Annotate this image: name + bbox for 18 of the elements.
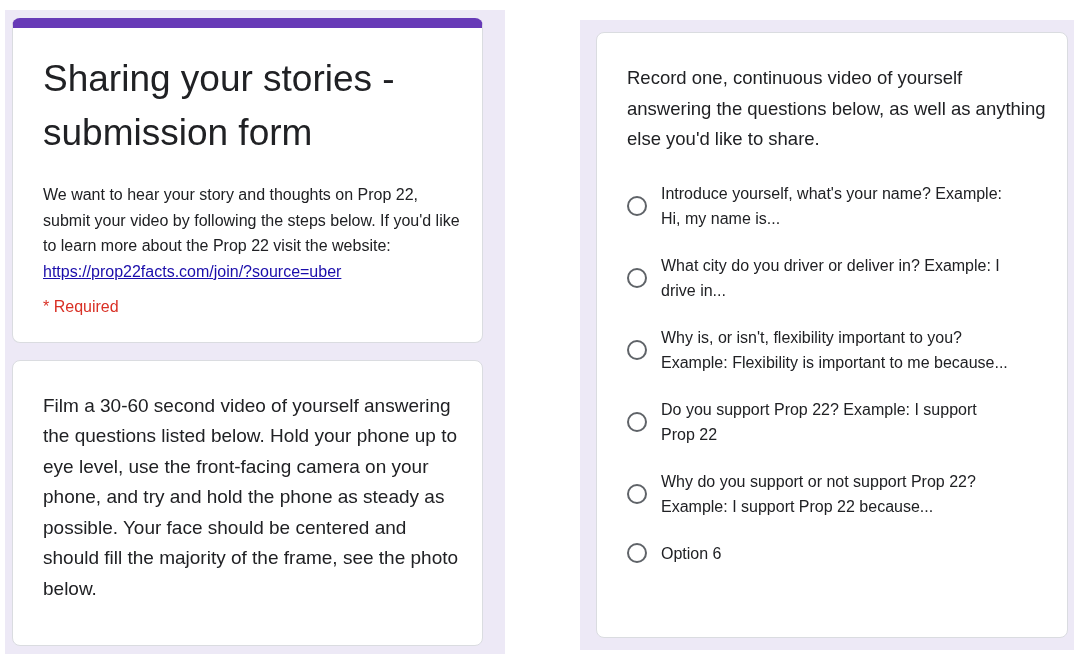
option-label[interactable]: Do you support Prop 22? Example: I support Prop 22 xyxy=(661,396,1011,448)
radio-button[interactable] xyxy=(627,340,647,360)
option-label[interactable]: Why is, or isn't, flexibility important to you? Example: Flexibility is important to me because... xyxy=(661,324,1011,376)
radio-button[interactable] xyxy=(627,484,647,504)
required-note: * Required xyxy=(43,297,119,316)
option-label[interactable]: What city do you driver or deliver in? Example: I drive in... xyxy=(661,252,1011,304)
question-prompt: Record one, continuous video of yourself answering the questions below, as well as anything else you'd like to share. xyxy=(627,66,1047,151)
radio-button[interactable] xyxy=(627,412,647,432)
form-description: We want to hear your story and thoughts on Prop 22, submit your video by following the steps below. If you'd like to learn more about the Prop 22 visit the website: xyxy=(43,185,461,256)
radio-button[interactable] xyxy=(627,196,647,216)
radio-button[interactable] xyxy=(627,268,647,288)
option-label[interactable]: Why do you support or not support Prop 22? Example: I support Prop 22 because... xyxy=(661,468,1011,520)
option-label[interactable]: Option 6 xyxy=(661,540,722,566)
form-title: Sharing your stories - submission form xyxy=(43,57,396,155)
website-link[interactable]: https://prop22facts.com/join/?source=uber xyxy=(43,258,342,284)
radio-button[interactable] xyxy=(627,543,647,564)
option-label[interactable]: Introduce yourself, what's your name? Example: Hi, my name is... xyxy=(661,180,1011,232)
instructions-text: Film a 30-60 second video of yourself answering the questions listed below. Hold your phone up to eye level, use the front-facing camera on your phone, and try and hold the phone as steady as possible. Your face should be centered and should fill the majority of the frame, see the photo below. xyxy=(43,393,460,602)
